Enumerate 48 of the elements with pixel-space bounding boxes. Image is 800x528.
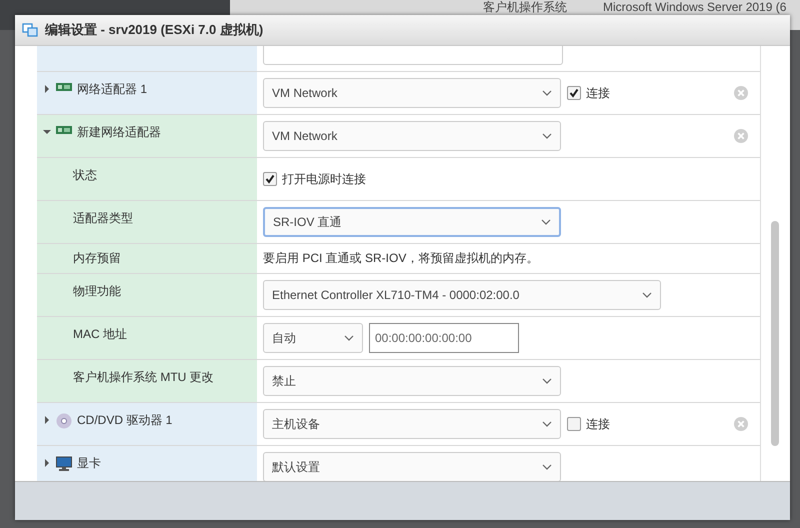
background-text: Microsoft Windows Server 2019 (6 [603,0,786,15]
dropdown[interactable]: Ethernet Controller XL710-TM4 - 0000:02:00.0 [263,280,661,310]
dropdown[interactable]: SR-IOV 直通 [263,207,561,237]
device-label: CD/DVD 驱动器 1 [77,412,172,428]
remove-icon[interactable] [734,417,748,431]
info-text: 要启用 PCI 直通或 SR-IOV，将预留虚拟机的内存。 [263,250,538,267]
caret-right-icon[interactable] [43,459,51,467]
connect-checkbox[interactable]: 连接 [567,416,610,432]
window-icon [22,22,38,38]
setting-label: 物理功能 [73,283,121,299]
device-label: 新建网络适配器 [77,124,161,140]
connect-checkbox[interactable]: 连接 [567,84,610,102]
remove-icon[interactable] [734,129,748,143]
monitor-icon [56,456,72,472]
dropdown[interactable]: 主机设备 [263,409,561,439]
device-label: 显卡 [77,455,101,471]
checkmark-icon [569,88,579,98]
network-card-icon [56,82,72,92]
chevron-down-icon [541,219,551,225]
chevron-down-icon [542,378,552,384]
checkmark-icon [265,174,275,184]
chevron-down-icon [542,90,552,96]
dropdown[interactable]: 自动 [263,323,363,353]
window-title: 编辑设置 - srv2019 (ESXi 7.0 虚拟机) [45,21,264,39]
caret-down-icon[interactable] [43,128,51,136]
setting-label: 内存预留 [73,250,121,266]
network-card-icon [56,125,72,135]
dropdown[interactable]: VM Network [263,78,561,108]
caret-right-icon[interactable] [43,85,51,93]
remove-icon[interactable] [734,86,748,100]
setting-label: 状态 [73,167,97,183]
disc-icon [56,413,72,429]
dropdown[interactable]: VM Network [263,121,561,151]
caret-right-icon[interactable] [43,416,51,424]
chevron-down-icon [542,421,552,427]
chevron-down-icon [542,464,552,470]
background-text: 客户机操作系统 [483,0,567,15]
setting-label: MAC 地址 [73,326,127,342]
dropdown[interactable]: 默认设置 [263,452,561,481]
chevron-down-icon [542,133,552,139]
setting-label: 适配器类型 [73,210,133,226]
dropdown[interactable]: 禁止 [263,366,561,396]
chevron-down-icon [344,335,354,341]
mac-address-field[interactable]: 00:00:00:00:00:00 [369,323,519,353]
setting-label: 客户机操作系统 MTU 更改 [73,369,214,385]
chevron-down-icon [642,292,652,298]
power-on-checkbox[interactable]: 打开电源时连接 [263,170,366,188]
device-label: 网络适配器 1 [77,81,148,97]
